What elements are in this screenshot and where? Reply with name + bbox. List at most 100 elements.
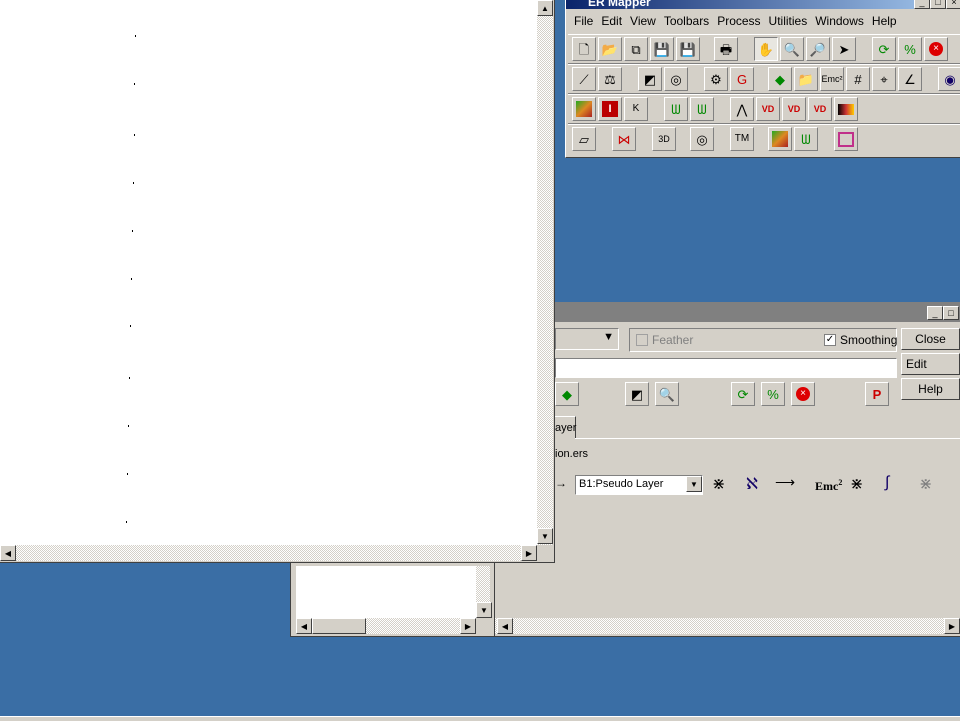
save-as-icon[interactable]: 💾 — [676, 37, 700, 61]
menu-help[interactable]: Help — [868, 14, 901, 28]
filter-b-icon[interactable]: ᗯ — [690, 97, 714, 121]
wand-icon[interactable]: ⟋ — [572, 67, 596, 91]
algorithm-hscroll-track[interactable] — [495, 618, 960, 634]
algorithm-scroll-left[interactable]: ◀ — [497, 618, 513, 634]
layers-icon[interactable]: ◆ — [768, 67, 792, 91]
formula-icon[interactable]: Emc² — [820, 67, 844, 91]
feather-label: Feather — [652, 333, 694, 347]
print-icon[interactable]: 🖶 — [714, 37, 738, 61]
transform-curve-icon[interactable]: ℵ — [746, 474, 758, 494]
back-window-scroll-left[interactable]: ◀ — [296, 618, 312, 634]
new-icon[interactable]: 🗋 — [572, 37, 596, 61]
layer-select[interactable]: B1:Pseudo Layer ▼ — [575, 475, 703, 495]
annotation-icon[interactable]: ▱ — [572, 127, 596, 151]
zoom-icon[interactable]: 🔍 — [780, 37, 804, 61]
vd3-icon[interactable]: VD — [808, 97, 832, 121]
bowtie-icon[interactable]: ⋈ — [612, 127, 636, 151]
menu-view[interactable]: View — [626, 14, 660, 28]
layer-edit-icon[interactable]: ◩ — [638, 67, 662, 91]
geocode-icon[interactable]: G — [730, 67, 754, 91]
description-input[interactable] — [555, 358, 897, 378]
percent-icon-alg[interactable]: % — [761, 382, 785, 406]
image-vscroll-track[interactable] — [537, 0, 553, 545]
image2-icon[interactable] — [768, 127, 792, 151]
layer-edit-icon-alg[interactable]: ◩ — [625, 382, 649, 406]
refresh-icon[interactable]: ⟳ — [872, 37, 896, 61]
copy-icon[interactable]: ⧉ — [624, 37, 648, 61]
menu-utilities[interactable]: Utilities — [765, 14, 812, 28]
process-icon[interactable]: ⚙ — [704, 67, 728, 91]
frame-icon[interactable] — [834, 127, 858, 151]
tm-icon[interactable]: TM — [730, 127, 754, 151]
back-window-hscroll-thumb[interactable] — [312, 618, 366, 634]
stop-icon-alg[interactable]: × — [791, 382, 815, 406]
k-icon[interactable]: K — [624, 97, 648, 121]
menu-windows[interactable]: Windows — [811, 14, 868, 28]
percent-icon[interactable]: % — [898, 37, 922, 61]
algorithm-maximize-button[interactable]: □ — [943, 306, 959, 320]
image-icon[interactable] — [572, 97, 596, 121]
output-transform-icon[interactable]: ∫ — [885, 474, 889, 492]
smoothing-checkbox[interactable]: ✓ — [824, 334, 836, 346]
formula-label[interactable]: Emc2 — [815, 478, 842, 494]
info-icon[interactable]: I — [598, 97, 622, 121]
algorithm-title-bar[interactable] — [495, 302, 960, 322]
layers-icon-alg[interactable]: ◆ — [555, 382, 579, 406]
menu-toolbars[interactable]: Toolbars — [660, 14, 713, 28]
histogram-icon[interactable]: ⋀ — [730, 97, 754, 121]
disabled-filter-icon[interactable]: ⋇ — [919, 474, 932, 494]
display-icon[interactable] — [834, 97, 858, 121]
open-folder-icon[interactable]: 📁 — [794, 67, 818, 91]
dataset-name: ion.ers — [555, 448, 589, 460]
menu-process[interactable]: Process — [713, 14, 764, 28]
transform-icon[interactable]: ∠ — [898, 67, 922, 91]
pan-hand-icon[interactable]: ✋ — [754, 37, 778, 61]
globe-icon[interactable]: ◉ — [938, 67, 960, 91]
stop-icon[interactable]: × — [924, 37, 948, 61]
wave-icon[interactable]: ᗯ — [794, 127, 818, 151]
algorithm-scroll-right[interactable]: ▶ — [944, 618, 960, 634]
layer-select-arrow[interactable]: ▼ — [686, 476, 702, 492]
properties-icon[interactable]: P — [865, 382, 889, 406]
layer-type-dropdown[interactable]: ▼ — [555, 328, 619, 350]
grid-marker — [133, 182, 134, 184]
mosaic-icon[interactable]: ◎ — [690, 127, 714, 151]
minimize-button[interactable]: _ — [914, 0, 930, 9]
input-filter-icon[interactable]: ⋇ — [712, 474, 725, 494]
zoom-box-icon[interactable]: 🔎 — [806, 37, 830, 61]
vd-icon[interactable]: VD — [756, 97, 780, 121]
grid-icon[interactable]: # — [846, 67, 870, 91]
image-canvas[interactable] — [0, 0, 537, 545]
open-icon[interactable]: 📂 — [598, 37, 622, 61]
vd2-icon[interactable]: VD — [782, 97, 806, 121]
crosshair-icon[interactable]: ⌖ — [872, 67, 896, 91]
inspect-icon[interactable]: 🔍 — [655, 382, 679, 406]
refresh-icon-alg[interactable]: ⟳ — [731, 382, 755, 406]
image-scroll-down[interactable]: ▼ — [537, 528, 553, 544]
image-scroll-right[interactable]: ▶ — [521, 545, 537, 561]
algorithm-icon[interactable]: ◎ — [664, 67, 688, 91]
back-window-scroll-down[interactable]: ▼ — [476, 602, 492, 618]
image-hscroll-track[interactable] — [0, 545, 537, 561]
output-filter-icon[interactable]: ⋇ — [850, 474, 863, 494]
edit-button[interactable]: Edit — [901, 353, 960, 375]
image-scroll-up[interactable]: ▲ — [537, 0, 553, 16]
close-window-button[interactable]: × — [946, 0, 960, 9]
close-button[interactable]: Close — [901, 328, 960, 350]
back-window-scroll-right[interactable]: ▶ — [460, 618, 476, 634]
balance-icon[interactable]: ⚖ — [598, 67, 622, 91]
feather-checkbox[interactable] — [636, 334, 648, 346]
grid-marker — [134, 134, 135, 136]
layer-tab[interactable]: ayer — [555, 416, 576, 439]
help-button[interactable]: Help — [901, 378, 960, 400]
menu-edit[interactable]: Edit — [597, 14, 626, 28]
3d-icon[interactable]: 3D — [652, 127, 676, 151]
algorithm-minimize-button[interactable]: _ — [927, 306, 943, 320]
save-icon[interactable]: 💾 — [650, 37, 674, 61]
title-bar[interactable]: ER Mapper — [566, 0, 960, 9]
maximize-button[interactable]: □ — [930, 0, 946, 9]
filter-a-icon[interactable]: ᗯ — [664, 97, 688, 121]
image-scroll-left[interactable]: ◀ — [0, 545, 16, 561]
pointer-icon[interactable]: ➤ — [832, 37, 856, 61]
menu-file[interactable]: File — [570, 14, 597, 28]
